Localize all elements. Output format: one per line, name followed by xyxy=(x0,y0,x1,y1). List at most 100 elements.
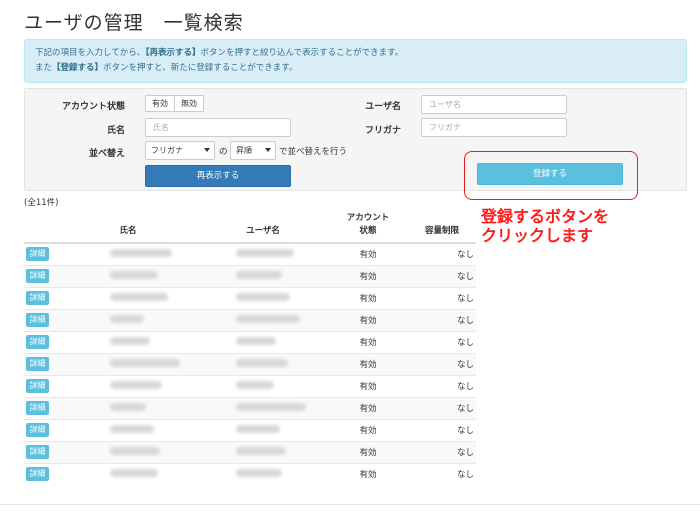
redacted-username xyxy=(236,380,274,389)
detail-cell: 詳細 xyxy=(24,242,58,265)
redacted-name xyxy=(110,468,158,477)
info-line-2: また【登録する】ボタンを押すと、新たに登録することができます。 xyxy=(35,61,676,76)
detail-button[interactable]: 詳細 xyxy=(26,401,49,415)
callout-highlight xyxy=(464,151,638,200)
username-cell xyxy=(198,308,328,331)
redacted-username xyxy=(236,248,294,257)
name-cell xyxy=(58,264,198,287)
username-cell xyxy=(198,396,328,419)
table-row: 詳細 有効 なし xyxy=(24,286,476,309)
username-input[interactable]: ユーザ名 xyxy=(421,95,567,114)
redacted-username xyxy=(236,292,290,301)
table-row: 詳細 有効 なし xyxy=(24,308,476,331)
username-label: ユーザ名 xyxy=(365,102,401,112)
chevron-down-icon xyxy=(204,148,210,152)
detail-button[interactable]: 詳細 xyxy=(26,379,49,393)
quota-cell: なし xyxy=(408,440,476,463)
sort-order-select[interactable]: 昇順 xyxy=(230,141,276,160)
detail-cell: 詳細 xyxy=(24,396,58,419)
table-row: 詳細 有効 なし xyxy=(24,264,476,287)
redacted-username xyxy=(236,424,280,433)
name-cell xyxy=(58,374,198,397)
quota-cell: なし xyxy=(408,330,476,353)
redacted-name xyxy=(110,314,144,323)
info-bold-register: 【登録する】 xyxy=(52,63,104,73)
sort-suffix: で並べ替えを行う xyxy=(279,147,348,157)
redacted-name xyxy=(110,270,158,279)
sort-label: 並べ替え xyxy=(88,149,125,159)
quota-cell: なし xyxy=(408,264,476,287)
status-cell: 有効 xyxy=(328,462,408,485)
detail-button[interactable]: 詳細 xyxy=(26,357,49,371)
name-input[interactable]: 氏名 xyxy=(145,118,291,137)
quota-cell: なし xyxy=(408,352,476,375)
quota-cell: なし xyxy=(408,462,476,485)
detail-button[interactable]: 詳細 xyxy=(26,247,49,262)
status-disabled-toggle[interactable]: 無効 xyxy=(175,95,204,112)
redacted-name xyxy=(110,424,154,433)
quota-cell: なし xyxy=(408,374,476,397)
info-bold-refresh: 【再表示する】 xyxy=(145,48,201,58)
detail-column-header xyxy=(24,210,58,244)
username-cell xyxy=(198,352,328,375)
detail-button[interactable]: 詳細 xyxy=(26,291,49,305)
status-cell: 有効 xyxy=(328,264,408,287)
redacted-username xyxy=(236,314,300,323)
status-cell: 有効 xyxy=(328,396,408,419)
username-column-header: ユーザ名 xyxy=(198,210,328,244)
table-row: 詳細 有効 なし xyxy=(24,352,476,375)
username-cell xyxy=(198,418,328,441)
detail-button[interactable]: 詳細 xyxy=(26,423,49,437)
redacted-name xyxy=(110,358,180,367)
furigana-input[interactable]: フリガナ xyxy=(421,118,567,137)
table-row: 詳細 有効 なし xyxy=(24,440,476,463)
sort-connector: の xyxy=(219,147,228,157)
table-row: 詳細 有効 なし xyxy=(24,242,476,265)
refresh-button[interactable]: 再表示する xyxy=(145,165,291,187)
result-count: (全11件) xyxy=(24,198,59,208)
quota-cell: なし xyxy=(408,418,476,441)
quota-cell: なし xyxy=(408,396,476,419)
status-cell: 有効 xyxy=(328,440,408,463)
furigana-label: フリガナ xyxy=(364,126,401,136)
username-cell xyxy=(198,440,328,463)
status-cell: 有効 xyxy=(328,330,408,353)
name-cell xyxy=(58,242,198,265)
status-cell: 有効 xyxy=(328,242,408,265)
detail-button[interactable]: 詳細 xyxy=(26,269,49,283)
info-text: ボタンを押すと絞り込んで表示することができます。 xyxy=(200,48,404,58)
redacted-name xyxy=(110,402,146,411)
callout-text: 登録するボタンを クリックします xyxy=(481,207,610,245)
table-row: 詳細 有効 なし xyxy=(24,418,476,441)
detail-button[interactable]: 詳細 xyxy=(26,467,49,482)
info-text: また xyxy=(35,63,53,73)
table-row: 詳細 有効 なし xyxy=(24,330,476,353)
quota-cell: なし xyxy=(408,308,476,331)
name-cell xyxy=(58,440,198,463)
redacted-username xyxy=(236,270,282,279)
redacted-username xyxy=(236,336,276,345)
table-row: 詳細 有効 なし xyxy=(24,396,476,419)
table-header-row: 氏名 ユーザ名 アカウント 状態 容量制限 xyxy=(24,210,476,244)
detail-cell: 詳細 xyxy=(24,286,58,309)
status-cell: 有効 xyxy=(328,352,408,375)
detail-cell: 詳細 xyxy=(24,440,58,463)
status-cell: 有効 xyxy=(328,374,408,397)
redacted-username xyxy=(236,402,306,411)
name-column-header: 氏名 xyxy=(58,210,198,244)
detail-button[interactable]: 詳細 xyxy=(26,313,49,327)
sort-field-select[interactable]: フリガナ xyxy=(145,141,215,160)
username-cell xyxy=(198,286,328,309)
detail-cell: 詳細 xyxy=(24,264,58,287)
info-line-1: 下記の項目を入力してから、【再表示する】ボタンを押すと絞り込んで表示することがで… xyxy=(35,46,676,61)
sort-field-value: フリガナ xyxy=(151,146,183,155)
detail-button[interactable]: 詳細 xyxy=(26,445,49,459)
name-cell xyxy=(58,286,198,309)
status-enabled-toggle[interactable]: 有効 xyxy=(145,95,175,112)
detail-cell: 詳細 xyxy=(24,374,58,397)
account-status-toggle: 有効 無効 xyxy=(145,95,204,112)
quota-cell: なし xyxy=(408,286,476,309)
name-cell xyxy=(58,352,198,375)
name-cell xyxy=(58,396,198,419)
detail-button[interactable]: 詳細 xyxy=(26,335,49,349)
